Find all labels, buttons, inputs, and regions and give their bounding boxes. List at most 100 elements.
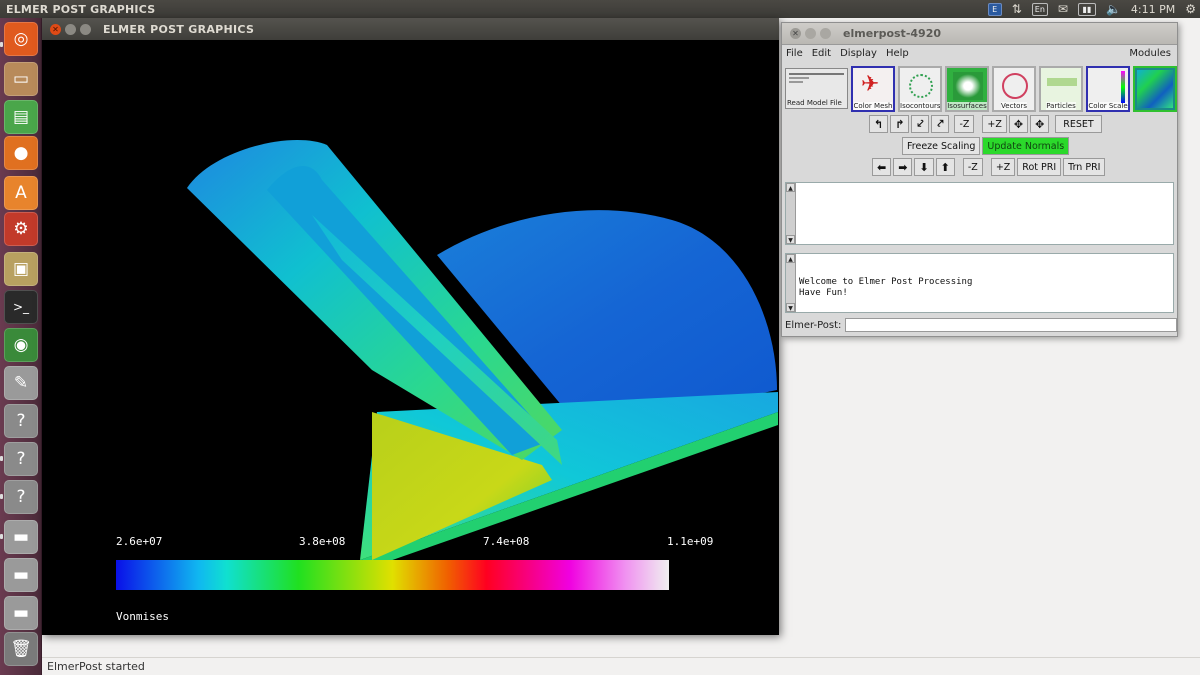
trn-pri-button[interactable]: Trn PRI [1063, 158, 1106, 176]
archive-icon[interactable]: ▣ [4, 252, 38, 286]
menu-display[interactable]: Display [840, 48, 877, 59]
running-indicator [0, 456, 3, 461]
battery-icon[interactable]: ▮▮ [1077, 2, 1096, 16]
files-icon[interactable]: ▭ [4, 62, 38, 96]
close-icon[interactable]: ✕ [790, 28, 801, 39]
freeze-scaling-button[interactable]: Freeze Scaling [902, 137, 981, 155]
module-toolbar: Read Model File ✈ Color Mesh Isocontours… [785, 66, 1177, 112]
command-label: Elmer-Post: [785, 319, 842, 331]
module-label: Vectors [1001, 102, 1027, 110]
minimize-icon[interactable] [805, 28, 816, 39]
unknown-app-icon[interactable]: ? [4, 404, 38, 438]
scrollbar[interactable]: ▲ ▼ [786, 183, 796, 244]
rotate-controls: ↰ ↱ ⤦ ⤤ -Z +Z ✥ ✥ RESET [869, 115, 1102, 133]
legend-tick-3: 7.4e+08 [483, 535, 530, 548]
rotate-minus-z-button[interactable]: -Z [954, 115, 975, 133]
output-text-pane[interactable]: ▲ ▼ Welcome to Elmer Post Processing Hav… [785, 253, 1174, 313]
elmerpost-control-window: ✕ elmerpost-4920 File Edit Display Help … [781, 22, 1178, 337]
unknown-app-icon[interactable]: ? [4, 480, 38, 514]
running-indicator [0, 534, 3, 539]
volume-icon[interactable]: 🔈 [1106, 2, 1121, 16]
status-text: ElmerPost started [47, 660, 145, 673]
active-app-title: ELMER POST GRAPHICS [6, 2, 156, 16]
scroll-down-icon[interactable]: ▼ [786, 303, 795, 312]
rotate-plus-z-button[interactable]: +Z [982, 115, 1007, 133]
control-window-titlebar[interactable]: ✕ elmerpost-4920 [782, 23, 1177, 45]
menu-file[interactable]: File [786, 48, 803, 59]
rotate-up-arrow-icon[interactable]: ⤤ [931, 115, 950, 133]
translate-left-arrow-icon[interactable]: ⬅ [872, 158, 892, 176]
graphics-window-titlebar[interactable]: ✕ ELMER POST GRAPHICS [42, 18, 779, 40]
maximize-icon[interactable] [820, 28, 831, 39]
clock[interactable]: 4:11 PM [1131, 3, 1175, 16]
module-isocontours-button[interactable]: Isocontours [898, 66, 942, 112]
terminal-icon[interactable]: >_ [4, 290, 38, 324]
rotate-left-arrow-icon[interactable]: ↰ [869, 115, 889, 133]
translate-right-arrow-icon[interactable]: ➡ [893, 158, 913, 176]
update-normals-button[interactable]: Update Normals [982, 137, 1070, 155]
move-icon[interactable]: ✥ [1030, 115, 1050, 133]
maximize-icon[interactable] [80, 23, 91, 35]
chrome-icon[interactable]: ◉ [4, 328, 38, 362]
rot-pri-button[interactable]: Rot PRI [1017, 158, 1062, 176]
module-vectors-button[interactable]: Vectors [992, 66, 1036, 112]
trash-icon[interactable]: 🗑 [4, 632, 38, 666]
spreadsheet-icon[interactable]: ▤ [4, 100, 38, 134]
color-scale-bar [116, 560, 669, 590]
firefox-icon[interactable]: ● [4, 136, 38, 170]
translate-plus-z-button[interactable]: +Z [990, 158, 1016, 176]
input-text-pane[interactable]: ▲ ▼ [785, 182, 1174, 245]
rotate-down-arrow-icon[interactable]: ⤦ [911, 115, 930, 133]
running-indicator [0, 494, 3, 499]
keyboard-layout-indicator[interactable]: En [1031, 2, 1048, 16]
module-particles-button[interactable]: Particles [1039, 66, 1083, 112]
read-model-file-button[interactable]: Read Model File [785, 68, 848, 109]
module-custom-button[interactable] [1133, 66, 1177, 112]
mail-icon[interactable]: ✉ [1058, 2, 1068, 16]
drive-icon[interactable]: ▬ [4, 520, 38, 554]
module-label: Isocontours [900, 102, 940, 110]
unknown-app-icon[interactable]: ? [4, 442, 38, 476]
scroll-up-icon[interactable]: ▲ [786, 254, 795, 263]
particles-icon [1047, 78, 1077, 86]
drive-icon[interactable]: ▬ [4, 596, 38, 630]
text-editor-icon[interactable]: ✎ [4, 366, 38, 400]
close-icon[interactable]: ✕ [50, 23, 61, 35]
module-label: Isosurfaces [947, 102, 987, 110]
status-bar: ElmerPost started [42, 657, 1200, 675]
legend-tick-min: 2.6e+07 [116, 535, 163, 548]
rotate-right-arrow-icon[interactable]: ↱ [890, 115, 910, 133]
module-isosurfaces-button[interactable]: Isosurfaces [945, 66, 989, 112]
translate-up-arrow-icon[interactable]: ⬆ [935, 158, 955, 176]
software-center-icon[interactable]: A [4, 176, 38, 210]
top-panel: ELMER POST GRAPHICS E ⇅ En ✉ ▮▮ 🔈 4:11 P… [0, 0, 1200, 18]
legend-variable-name: Vonmises [116, 610, 169, 623]
output-log-text: Welcome to Elmer Post Processing Have Fu… [799, 277, 973, 298]
graphics-window: ✕ ELMER POST GRAPHICS 2.6e+07 3.8e+08 7.… [42, 18, 779, 635]
drive-icon[interactable]: ▬ [4, 558, 38, 592]
command-input[interactable] [845, 318, 1177, 332]
legend-tick-2: 3.8e+08 [299, 535, 346, 548]
menu-help[interactable]: Help [886, 48, 909, 59]
elmer-indicator-icon[interactable]: E [987, 2, 1002, 16]
scroll-down-icon[interactable]: ▼ [786, 235, 795, 244]
translate-controls: ⬅ ➡ ⬇ ⬆ -Z +Z Rot PRI Trn PRI [872, 158, 1106, 176]
translate-minus-z-button[interactable]: -Z [962, 158, 983, 176]
menubar: File Edit Display Help Modules [782, 45, 1177, 62]
airplane-icon: ✈ [861, 72, 880, 97]
translate-down-arrow-icon[interactable]: ⬇ [914, 158, 934, 176]
network-icon[interactable]: ⇅ [1012, 2, 1022, 16]
move-icon[interactable]: ✥ [1008, 115, 1029, 133]
settings-icon[interactable]: ⚙ [4, 212, 38, 246]
minimize-icon[interactable] [65, 23, 76, 35]
gear-icon[interactable]: ⚙ [1185, 2, 1196, 16]
menu-edit[interactable]: Edit [812, 48, 831, 59]
module-color-scale-button[interactable]: Color Scale [1086, 66, 1130, 112]
scrollbar[interactable]: ▲ ▼ [786, 254, 796, 312]
running-indicator [0, 42, 3, 47]
scroll-up-icon[interactable]: ▲ [786, 183, 795, 192]
module-color-mesh-button[interactable]: ✈ Color Mesh [851, 66, 895, 112]
reset-button[interactable]: RESET [1055, 115, 1102, 133]
ubuntu-dash-icon[interactable]: ◎ [4, 22, 38, 56]
menu-modules[interactable]: Modules [1129, 48, 1171, 59]
